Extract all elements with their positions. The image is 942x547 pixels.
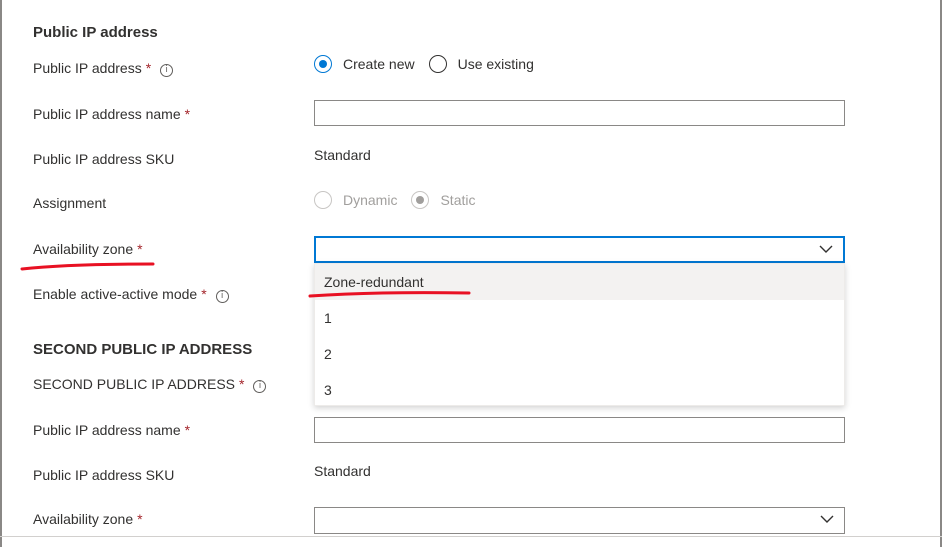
public-ip-address-radio-group: Create new Use existing [314,55,548,73]
radio-dynamic-label[interactable]: Dynamic [343,192,397,208]
second-public-ip-sku-value: Standard [314,463,371,479]
second-public-ip-name-label: Public IP address name * [33,422,190,438]
assignment-label: Assignment [33,195,107,211]
section-title-public-ip: Public IP address [33,24,158,41]
field-label-text: Public IP address name [33,106,181,122]
second-availability-zone-label: Availability zone * [33,511,143,527]
second-public-ip-sku-label: Public IP address SKU [33,467,175,483]
radio-use-existing-label[interactable]: Use existing [458,56,534,72]
chevron-down-icon [820,515,834,523]
assignment-radio-group: Dynamic Static [314,191,489,209]
second-availability-zone-dropdown[interactable] [314,507,845,534]
availability-zone-dropdown[interactable] [314,236,845,263]
annotation-underline-label [20,262,155,271]
info-icon[interactable]: i [160,64,174,77]
second-public-ip-address-label: SECOND PUBLIC IP ADDRESS * i [33,376,267,393]
radio-static-label[interactable]: Static [440,192,475,208]
field-label-text: Availability zone [33,511,134,527]
field-label-text: Public IP address name [33,422,181,438]
radio-static[interactable] [411,191,430,209]
required-marker: * [137,511,143,527]
info-icon[interactable]: i [253,380,267,393]
field-label-text: Public IP address [33,60,142,76]
option-zone-3[interactable]: 3 [315,372,844,408]
availability-zone-label: Availability zone * [33,241,143,257]
radio-dynamic[interactable] [314,191,332,209]
required-marker: * [145,60,152,76]
radio-create-new[interactable] [314,55,332,73]
section-title-second-public-ip: SECOND PUBLIC IP ADDRESS [33,341,253,358]
info-icon[interactable]: i [215,290,229,303]
public-ip-sku-value: Standard [314,147,371,163]
required-marker: * [184,422,191,438]
public-ip-name-input[interactable] [314,100,845,126]
option-zone-redundant[interactable]: Zone-redundant [315,264,844,300]
field-label-text: Enable active-active mode [33,286,198,302]
availability-zone-menu: Zone-redundant 1 2 3 [314,263,845,406]
field-label-text: SECOND PUBLIC IP ADDRESS [33,376,236,392]
active-active-label: Enable active-active mode * i [33,286,229,303]
option-zone-2[interactable]: 2 [315,336,844,372]
required-marker: * [184,106,191,122]
required-marker: * [239,376,245,392]
radio-use-existing[interactable] [428,55,447,73]
field-label-text: Availability zone [33,241,134,257]
public-ip-sku-label: Public IP address SKU [33,151,175,167]
option-zone-1[interactable]: 1 [315,300,844,336]
radio-create-new-label[interactable]: Create new [343,56,415,72]
second-public-ip-name-input[interactable] [314,417,845,443]
required-marker: * [137,241,143,257]
chevron-down-icon [819,245,833,253]
public-ip-name-label: Public IP address name * [33,106,190,122]
window-left-border [0,0,2,547]
required-marker: * [201,286,207,302]
window-bottom-border [0,536,942,537]
public-ip-address-label: Public IP address * i [33,60,174,77]
